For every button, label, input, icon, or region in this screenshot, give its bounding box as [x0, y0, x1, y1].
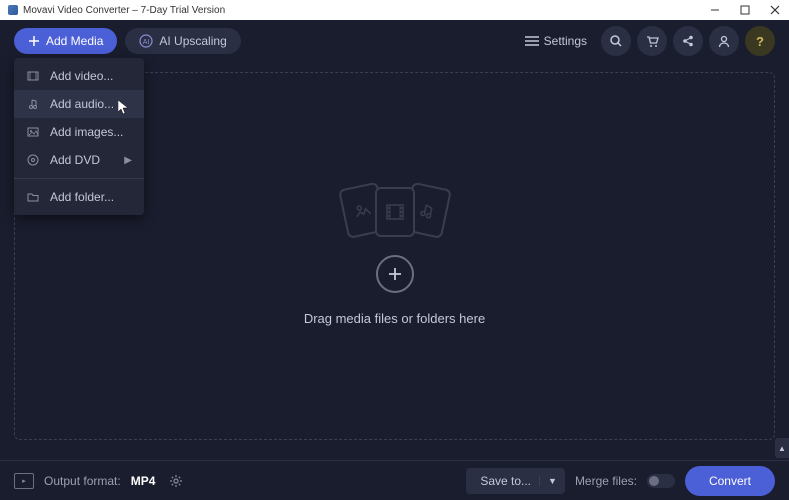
- bottom-bar: ▸ Output format: MP4 Save to... ▼ Merge …: [0, 460, 789, 500]
- search-button[interactable]: [601, 26, 631, 56]
- video-icon: [375, 187, 415, 237]
- plus-icon: [28, 35, 40, 47]
- bottom-bar-right: Save to... ▼ Merge files: Convert: [466, 466, 775, 496]
- output-format-icon: ▸: [14, 473, 34, 489]
- minimize-button[interactable]: [709, 4, 721, 16]
- chevron-right-icon: ▶: [124, 155, 132, 166]
- menu-item-label: Add audio...: [50, 97, 114, 111]
- chevron-up-icon: ▲: [778, 444, 786, 453]
- plus-icon: [386, 265, 404, 283]
- toolbar-right: Settings ?: [517, 26, 775, 56]
- toolbar: Add Media AI AI Upscaling Settings ?: [0, 20, 789, 62]
- menu-item-add-video[interactable]: Add video...: [14, 62, 144, 90]
- share-button[interactable]: [673, 26, 703, 56]
- disc-icon: [26, 154, 40, 166]
- app-icon: [8, 5, 18, 15]
- output-settings-button[interactable]: [169, 474, 183, 488]
- svg-text:AI: AI: [143, 39, 150, 46]
- share-icon: [681, 34, 695, 48]
- convert-button[interactable]: Convert: [685, 466, 775, 496]
- menu-item-add-folder[interactable]: Add folder...: [14, 183, 144, 211]
- help-icon: ?: [756, 34, 764, 49]
- menu-item-label: Add folder...: [50, 190, 114, 204]
- output-format-value[interactable]: MP4: [131, 474, 156, 488]
- music-note-icon: [26, 98, 40, 110]
- merge-files-label: Merge files:: [575, 474, 637, 488]
- window-controls: [709, 4, 781, 16]
- media-icons-group: [335, 187, 455, 237]
- scroll-up-button[interactable]: ▲: [775, 438, 789, 458]
- ai-icon: AI: [139, 34, 153, 48]
- hamburger-icon: [525, 35, 539, 47]
- add-media-dropdown: Add video... Add audio... Add images... …: [14, 58, 144, 215]
- add-media-button[interactable]: Add Media: [14, 28, 117, 54]
- add-files-button[interactable]: [376, 255, 414, 293]
- account-button[interactable]: [709, 26, 739, 56]
- titlebar: Movavi Video Converter – 7-Day Trial Ver…: [0, 0, 789, 20]
- search-icon: [609, 34, 623, 48]
- ai-upscaling-label: AI Upscaling: [159, 34, 226, 48]
- menu-item-add-audio[interactable]: Add audio...: [14, 90, 144, 118]
- drop-zone-text: Drag media files or folders here: [304, 311, 485, 326]
- merge-files-toggle[interactable]: [647, 474, 675, 488]
- convert-label: Convert: [709, 474, 751, 488]
- settings-button[interactable]: Settings: [517, 29, 595, 53]
- menu-item-add-images[interactable]: Add images...: [14, 118, 144, 146]
- close-button[interactable]: [769, 4, 781, 16]
- cart-button[interactable]: [637, 26, 667, 56]
- gear-icon: [169, 474, 183, 488]
- user-icon: [717, 34, 731, 48]
- add-media-label: Add Media: [46, 34, 103, 48]
- maximize-button[interactable]: [739, 4, 751, 16]
- output-format-label: Output format:: [44, 474, 121, 488]
- menu-separator: [14, 178, 144, 179]
- settings-label: Settings: [544, 34, 587, 48]
- filmstrip-icon: [26, 70, 40, 82]
- help-button[interactable]: ?: [745, 26, 775, 56]
- folder-icon: [26, 191, 40, 203]
- menu-item-label: Add images...: [50, 125, 123, 139]
- menu-item-add-dvd[interactable]: Add DVD ▶: [14, 146, 144, 174]
- menu-item-label: Add video...: [50, 69, 113, 83]
- menu-item-label: Add DVD: [50, 153, 100, 167]
- cart-icon: [645, 34, 659, 48]
- chevron-down-icon: ▼: [539, 476, 557, 486]
- window-title: Movavi Video Converter – 7-Day Trial Ver…: [23, 5, 709, 16]
- save-to-label: Save to...: [480, 474, 531, 488]
- picture-icon: [26, 126, 40, 138]
- ai-upscaling-button[interactable]: AI AI Upscaling: [125, 28, 240, 54]
- save-to-button[interactable]: Save to... ▼: [466, 468, 565, 494]
